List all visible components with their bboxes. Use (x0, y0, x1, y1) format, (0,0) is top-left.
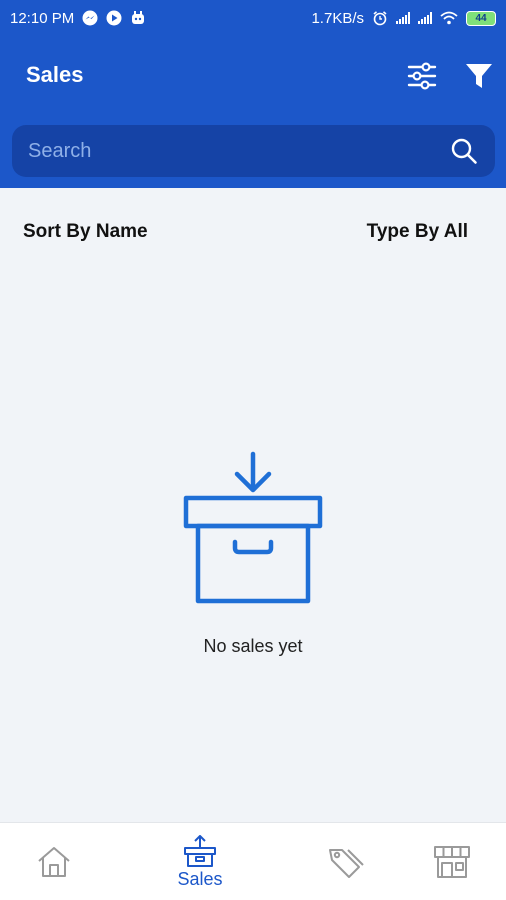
messenger-icon (82, 10, 98, 26)
network-speed: 1.7KB/s (311, 9, 364, 27)
filter-button[interactable] (459, 56, 499, 96)
play-icon (106, 10, 122, 26)
alarm-icon (372, 10, 388, 26)
sort-bar: Sort By Name Type By All (0, 215, 506, 251)
sliders-button[interactable] (402, 56, 442, 96)
status-time: 12:10 PM (10, 9, 75, 27)
type-by-all-button[interactable]: Type By All (367, 221, 468, 243)
nav-home[interactable] (24, 823, 84, 900)
battery-icon: 44 (466, 10, 496, 26)
signal-icon (396, 12, 410, 24)
search-bar (12, 125, 495, 177)
nav-tags[interactable] (316, 823, 376, 900)
empty-state-message: No sales yet (203, 636, 303, 656)
status-right: 1.7KB/s 44 (311, 10, 496, 27)
bottom-nav: Sales (0, 822, 506, 900)
wifi-icon (440, 11, 458, 25)
sales-icon (184, 834, 216, 867)
status-left: 12:10 PM (10, 10, 146, 27)
sort-by-name-button[interactable]: Sort By Name (23, 221, 148, 243)
search-icon (451, 138, 477, 164)
empty-box-icon (180, 450, 326, 606)
home-icon (38, 847, 70, 877)
signal-icon (418, 12, 432, 24)
search-button[interactable] (448, 135, 480, 167)
nav-sales-label: Sales (177, 868, 223, 889)
nav-store[interactable] (422, 823, 482, 900)
notification-icon (130, 10, 146, 26)
search-input[interactable] (28, 125, 428, 177)
status-bar: 12:10 PM 1.7KB/s 44 (0, 0, 506, 36)
sliders-icon (407, 62, 437, 90)
nav-sales[interactable]: Sales (165, 823, 235, 900)
store-icon (434, 846, 470, 878)
tag-icon (329, 849, 364, 878)
filter-icon (466, 64, 492, 88)
app-bar: Sales (0, 36, 506, 188)
page-title: Sales (26, 62, 84, 87)
